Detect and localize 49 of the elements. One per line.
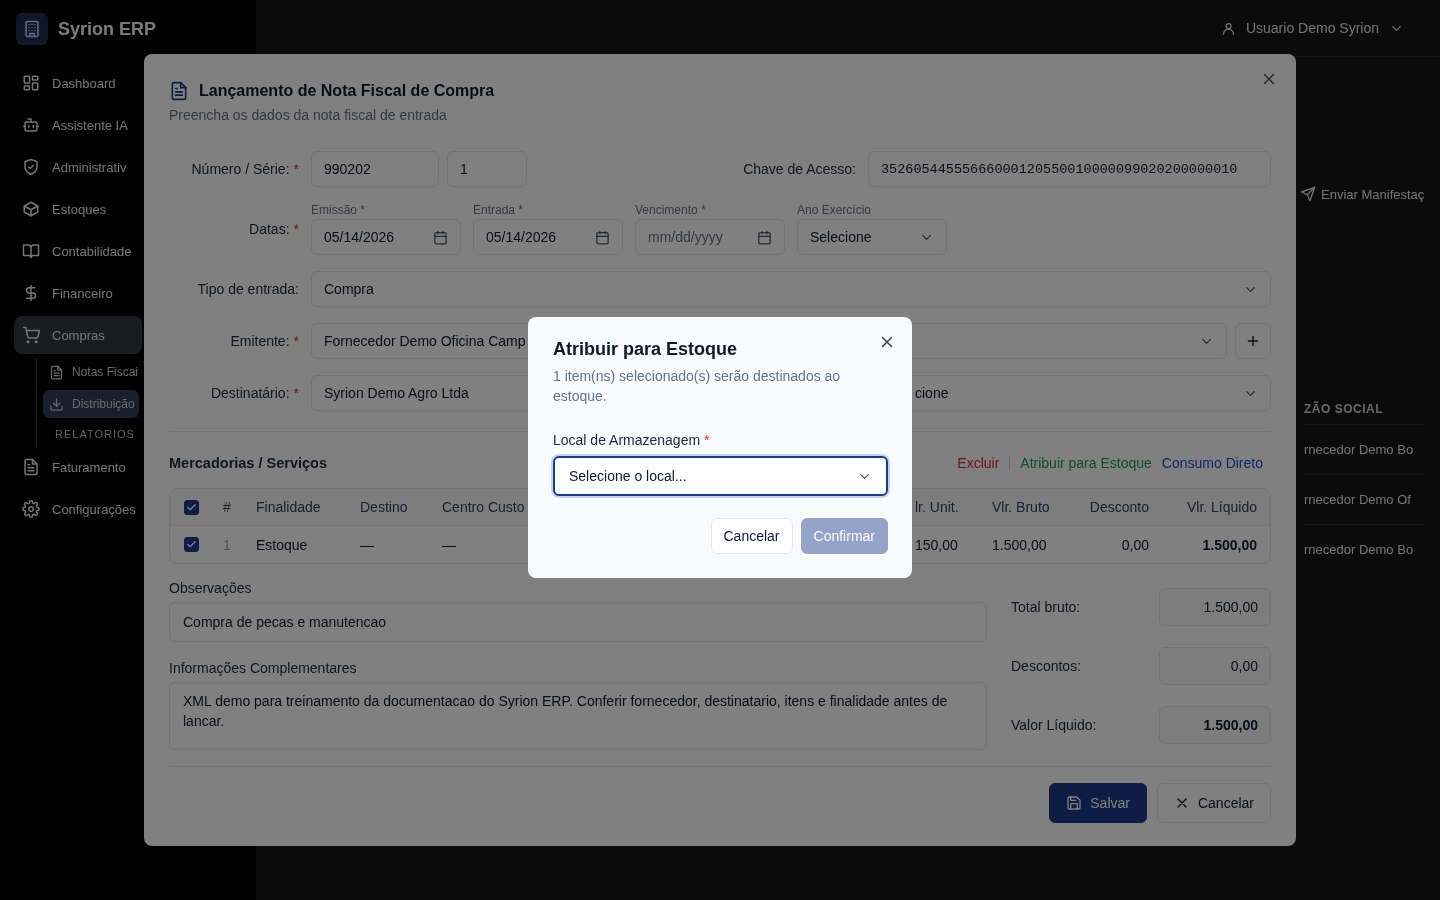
field-label: Local de Armazenagem bbox=[553, 432, 701, 448]
table-cell: 1.500,00 bbox=[992, 536, 1047, 553]
field-label: Tipo de entrada: bbox=[197, 281, 299, 297]
required-mark: * bbox=[293, 385, 299, 401]
total-field: 1.500,00 bbox=[1159, 705, 1271, 744]
field-label: Ano Exercício bbox=[797, 203, 873, 217]
total-label: Descontos: bbox=[1011, 658, 1083, 674]
modal-title: Lançamento de Nota Fiscal de Compra bbox=[199, 82, 495, 100]
column-header: Desconto bbox=[1089, 499, 1149, 515]
required-mark: * bbox=[293, 333, 299, 349]
column-header: ZÃO SOCIAL bbox=[1304, 402, 1383, 416]
table-cell: 0,00 bbox=[1121, 536, 1149, 553]
column-header: Destino bbox=[360, 499, 408, 515]
total-label: Valor Líquido: bbox=[1011, 716, 1098, 733]
column-header: Centro Custo bbox=[442, 499, 525, 515]
field-label: Número / Série: bbox=[191, 161, 290, 177]
column-header: Vlr. Líquido bbox=[1186, 499, 1257, 515]
table-cell: rnecedor Demo Bo bbox=[1304, 442, 1414, 457]
required-mark: * bbox=[293, 161, 299, 177]
column-header: # bbox=[223, 499, 231, 515]
total-label: Total bruto: bbox=[1011, 599, 1082, 616]
column-header: Vlr. Bruto bbox=[992, 499, 1050, 515]
total-field: 0,00 bbox=[1159, 647, 1271, 685]
section-heading: RELATORIOS bbox=[54, 427, 135, 442]
field-label: Observações bbox=[169, 580, 253, 596]
total-field: 1.500,00 bbox=[1159, 588, 1271, 627]
field-label: Destinatário: bbox=[210, 385, 290, 401]
table-cell: 150,00 bbox=[915, 536, 958, 553]
required-mark: * bbox=[704, 432, 710, 448]
table-cell: — bbox=[360, 536, 374, 553]
table-cell: — bbox=[442, 536, 456, 553]
field-label: Informações Complementares bbox=[169, 660, 358, 676]
column-header: Finalidade bbox=[256, 499, 321, 515]
field-label: Datas: bbox=[249, 221, 290, 237]
table-cell: rnecedor Demo Bo bbox=[1304, 542, 1414, 557]
field-label: Entrada * bbox=[473, 203, 525, 217]
modal-subtitle: Preencha os dados da nota fiscal de entrada bbox=[169, 107, 448, 123]
table-cell: rnecedor Demo Of bbox=[1304, 492, 1411, 507]
brand-name: Syrion ERP bbox=[58, 18, 157, 40]
field-label: Vencimento * bbox=[635, 203, 707, 217]
field-label: Chave de Acesso: bbox=[743, 161, 856, 177]
dialog-title: Atribuir para Estoque bbox=[553, 339, 739, 360]
field-label: Emitente: bbox=[230, 333, 290, 349]
section-title: Mercadorias / Serviços bbox=[169, 455, 327, 471]
column-header: lr. Unit. bbox=[915, 499, 959, 515]
table-cell: Estoque bbox=[256, 536, 308, 553]
field-label: Emissão * bbox=[311, 203, 367, 217]
table-cell: 1.500,00 bbox=[1202, 536, 1257, 553]
required-mark: * bbox=[293, 221, 299, 237]
